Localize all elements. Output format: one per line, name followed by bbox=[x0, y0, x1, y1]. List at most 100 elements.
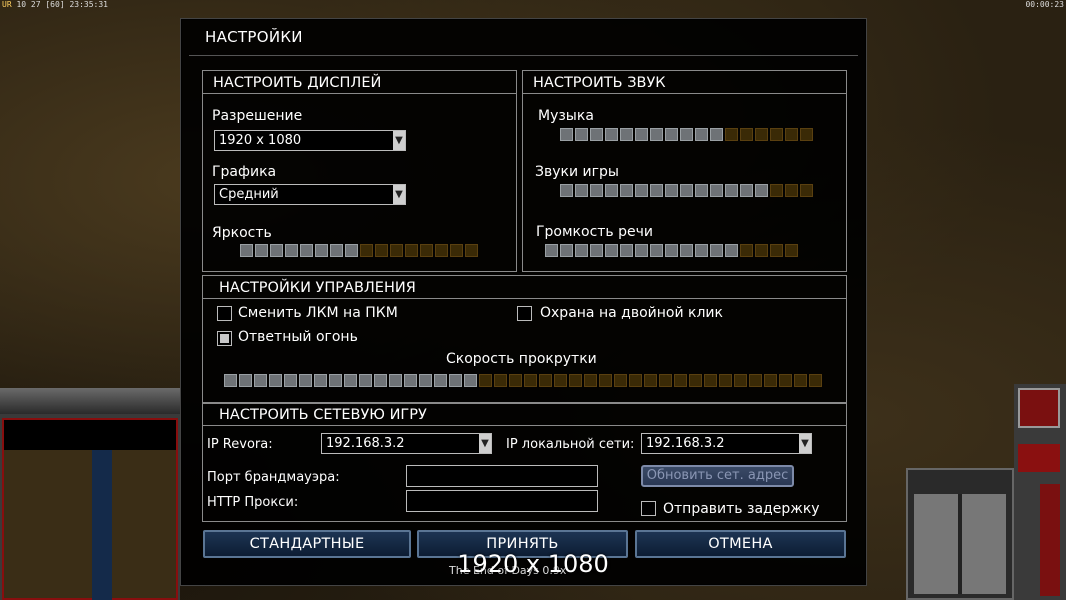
slider-segment[interactable] bbox=[719, 374, 732, 387]
slider-segment[interactable] bbox=[560, 128, 573, 141]
slider-segment[interactable] bbox=[494, 374, 507, 387]
slider-segment[interactable] bbox=[740, 128, 753, 141]
retaliation-checkbox[interactable] bbox=[217, 331, 232, 346]
slider-segment[interactable] bbox=[809, 374, 822, 387]
slider-segment[interactable] bbox=[590, 128, 603, 141]
slider-segment[interactable] bbox=[629, 374, 642, 387]
slider-segment[interactable] bbox=[800, 184, 813, 197]
slider-segment[interactable] bbox=[605, 128, 618, 141]
slider-segment[interactable] bbox=[224, 374, 237, 387]
slider-segment[interactable] bbox=[785, 244, 798, 257]
slider-segment[interactable] bbox=[545, 244, 558, 257]
slider-segment[interactable] bbox=[450, 244, 463, 257]
sfx-slider[interactable] bbox=[560, 184, 813, 197]
slider-segment[interactable] bbox=[575, 128, 588, 141]
slider-segment[interactable] bbox=[620, 184, 633, 197]
slider-segment[interactable] bbox=[779, 374, 792, 387]
voice-slider[interactable] bbox=[545, 244, 798, 257]
slider-segment[interactable] bbox=[620, 128, 633, 141]
slider-segment[interactable] bbox=[420, 244, 433, 257]
slider-segment[interactable] bbox=[435, 244, 448, 257]
slider-segment[interactable] bbox=[254, 374, 267, 387]
slider-segment[interactable] bbox=[755, 184, 768, 197]
slider-segment[interactable] bbox=[404, 374, 417, 387]
slider-segment[interactable] bbox=[635, 184, 648, 197]
slider-segment[interactable] bbox=[449, 374, 462, 387]
slider-segment[interactable] bbox=[800, 128, 813, 141]
slider-segment[interactable] bbox=[689, 374, 702, 387]
slider-segment[interactable] bbox=[785, 128, 798, 141]
slider-segment[interactable] bbox=[770, 244, 783, 257]
firewall-port-input[interactable] bbox=[406, 465, 598, 487]
slider-segment[interactable] bbox=[239, 374, 252, 387]
slider-segment[interactable] bbox=[710, 128, 723, 141]
slider-segment[interactable] bbox=[785, 184, 798, 197]
slider-segment[interactable] bbox=[710, 184, 723, 197]
slider-segment[interactable] bbox=[734, 374, 747, 387]
slider-segment[interactable] bbox=[270, 244, 283, 257]
slider-segment[interactable] bbox=[794, 374, 807, 387]
slider-segment[interactable] bbox=[764, 374, 777, 387]
slider-segment[interactable] bbox=[269, 374, 282, 387]
slider-segment[interactable] bbox=[584, 374, 597, 387]
swap-mouse-checkbox[interactable] bbox=[217, 306, 232, 321]
slider-segment[interactable] bbox=[740, 244, 753, 257]
slider-segment[interactable] bbox=[390, 244, 403, 257]
slider-segment[interactable] bbox=[375, 244, 388, 257]
slider-segment[interactable] bbox=[680, 244, 693, 257]
dropdown-arrow-icon[interactable]: ▼ bbox=[799, 434, 811, 453]
slider-segment[interactable] bbox=[659, 374, 672, 387]
slider-segment[interactable] bbox=[575, 184, 588, 197]
slider-segment[interactable] bbox=[704, 374, 717, 387]
slider-segment[interactable] bbox=[315, 244, 328, 257]
slider-segment[interactable] bbox=[569, 374, 582, 387]
retaliation-label[interactable]: Ответный огонь bbox=[238, 329, 358, 345]
send-delay-checkbox[interactable] bbox=[641, 501, 656, 516]
slider-segment[interactable] bbox=[314, 374, 327, 387]
slider-segment[interactable] bbox=[695, 244, 708, 257]
ip-revora-select[interactable]: 192.168.3.2 ▼ bbox=[321, 433, 492, 454]
slider-segment[interactable] bbox=[464, 374, 477, 387]
slider-segment[interactable] bbox=[330, 244, 343, 257]
slider-segment[interactable] bbox=[680, 128, 693, 141]
slider-segment[interactable] bbox=[635, 244, 648, 257]
slider-segment[interactable] bbox=[240, 244, 253, 257]
slider-segment[interactable] bbox=[575, 244, 588, 257]
slider-segment[interactable] bbox=[770, 128, 783, 141]
slider-segment[interactable] bbox=[465, 244, 478, 257]
slider-segment[interactable] bbox=[605, 184, 618, 197]
slider-segment[interactable] bbox=[359, 374, 372, 387]
slider-segment[interactable] bbox=[725, 244, 738, 257]
slider-segment[interactable] bbox=[479, 374, 492, 387]
slider-segment[interactable] bbox=[284, 374, 297, 387]
slider-segment[interactable] bbox=[590, 244, 603, 257]
brightness-slider[interactable] bbox=[240, 244, 478, 257]
scroll-speed-slider[interactable] bbox=[224, 374, 822, 387]
slider-segment[interactable] bbox=[755, 128, 768, 141]
slider-segment[interactable] bbox=[344, 374, 357, 387]
slider-segment[interactable] bbox=[740, 184, 753, 197]
slider-segment[interactable] bbox=[650, 128, 663, 141]
slider-segment[interactable] bbox=[725, 184, 738, 197]
slider-segment[interactable] bbox=[749, 374, 762, 387]
slider-segment[interactable] bbox=[419, 374, 432, 387]
slider-segment[interactable] bbox=[389, 374, 402, 387]
slider-segment[interactable] bbox=[434, 374, 447, 387]
slider-segment[interactable] bbox=[665, 244, 678, 257]
slider-segment[interactable] bbox=[695, 128, 708, 141]
slider-segment[interactable] bbox=[650, 184, 663, 197]
slider-segment[interactable] bbox=[755, 244, 768, 257]
slider-segment[interactable] bbox=[539, 374, 552, 387]
slider-segment[interactable] bbox=[650, 244, 663, 257]
slider-segment[interactable] bbox=[405, 244, 418, 257]
slider-segment[interactable] bbox=[644, 374, 657, 387]
swap-mouse-label[interactable]: Сменить ЛКМ на ПКМ bbox=[238, 305, 398, 321]
slider-segment[interactable] bbox=[509, 374, 522, 387]
graphics-select[interactable]: Средний ▼ bbox=[214, 184, 406, 205]
dropdown-arrow-icon[interactable]: ▼ bbox=[393, 185, 405, 204]
slider-segment[interactable] bbox=[300, 244, 313, 257]
slider-segment[interactable] bbox=[620, 244, 633, 257]
slider-segment[interactable] bbox=[524, 374, 537, 387]
slider-segment[interactable] bbox=[554, 374, 567, 387]
slider-segment[interactable] bbox=[665, 184, 678, 197]
